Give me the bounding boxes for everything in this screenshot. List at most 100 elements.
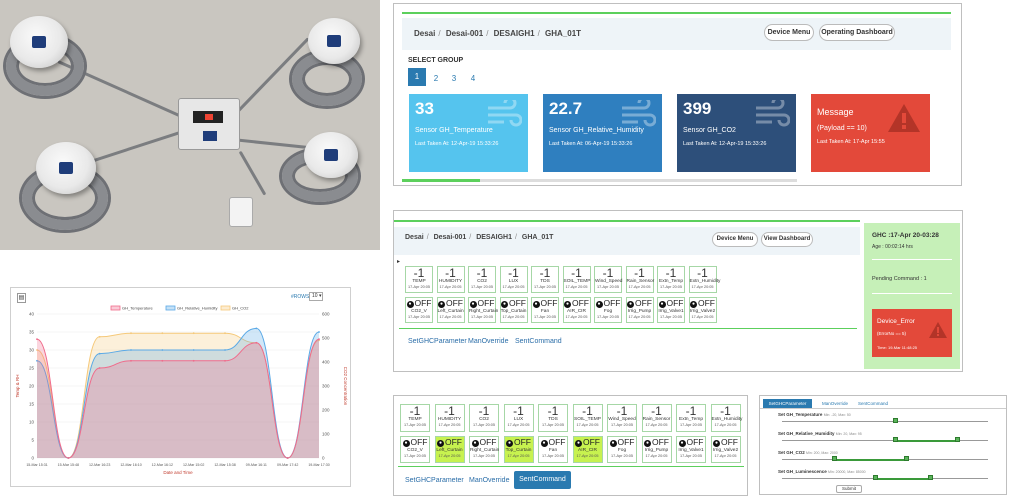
switch-tile[interactable]: ● OFF Irrig_Pump 17-Apr 20:05 [625,297,654,323]
switch-tile[interactable]: ● OFF Fan 17-Apr 20:05 [538,436,568,463]
sensor-tile[interactable]: -1 LUX 17-Apr 20:05 [503,404,534,432]
sensor-tile[interactable]: -1 Rain_Sensor 17-Apr 20:05 [625,266,654,293]
breadcrumb-item[interactable]: GHA_01T [522,234,554,241]
device-menu-button[interactable]: Device Menu [764,24,814,41]
scrollbar-thumb[interactable] [402,179,480,182]
sensor-card-temperature[interactable]: 33 Sensor GH_Temperature Last Taken At: … [409,94,528,172]
sensor-tile[interactable]: -1 TEMP 17-Apr 20:05 [405,266,433,293]
breadcrumb-item[interactable]: Desai-001 [446,29,483,38]
sensor-tile[interactable]: -1 Extn_Humidity 17-Apr 20:05 [710,404,742,432]
submit-button[interactable]: Submit [836,485,862,493]
y-right-axis-label: CO2 Concentration [343,367,348,406]
sensor-tile[interactable]: -1 TEMP 17-Apr 20:05 [400,404,430,432]
link-man-override[interactable]: ManOverride [469,477,509,484]
switch-tile[interactable]: ● OFF Top_Curtain 17-Apr 20:05 [503,436,534,463]
sensor-tile[interactable]: -1 TDS 17-Apr 20:05 [538,404,568,432]
switch-tile[interactable]: ● OFF Irrig_Valve2 17-Apr 20:05 [710,436,741,463]
switch-time: 17-Apr 20:05 [404,454,426,458]
sensor-card-co2[interactable]: 399 Sensor GH_CO2 Last Taken At: 12-Apr-… [677,94,796,172]
sensor-tile[interactable]: -1 SOIL_TEMP 17-Apr 20:05 [572,404,603,432]
breadcrumb-item[interactable]: GHA_01T [545,29,581,38]
switch-tile[interactable]: ● OFF CO2_V 17-Apr 20:05 [400,436,430,463]
sensor-tile[interactable]: -1 HUMIDITY 17-Apr 20:05 [436,266,465,293]
sensor-tile[interactable]: -1 CO2 17-Apr 20:05 [469,404,499,432]
sensor-tile[interactable]: -1 Extn_Temp 17-Apr 20:05 [676,404,706,432]
power-icon: ● [627,301,634,308]
brand-logo [32,36,46,48]
group-page-2[interactable]: 2 [428,71,444,87]
slider-handle[interactable] [903,456,909,461]
group-page-4[interactable]: 4 [465,71,481,87]
link-sent-command[interactable]: SentCommand [515,338,562,345]
breadcrumb-item[interactable]: DESAIGH1 [476,234,512,241]
slider-handle[interactable] [831,456,837,461]
divider [399,328,857,329]
switch-state: OFF [603,298,621,308]
switch-tile[interactable]: ● OFF AIR_CIR 17-Apr 20:05 [572,436,603,463]
sensor-tile[interactable]: -1 Wind_Speed 17-Apr 20:05 [594,266,622,293]
switch-tile[interactable]: ● OFF Fan 17-Apr 20:05 [531,297,559,323]
x-tick-label: 19-Mar 17:30 [308,463,329,467]
breadcrumb-item[interactable]: DESAIGH1 [494,29,535,38]
switch-tile[interactable]: ● OFF Fog 17-Apr 20:05 [607,436,637,463]
switch-tile[interactable]: ● OFF Irrig_Pump 17-Apr 20:05 [641,436,672,463]
rows-select[interactable]: 10 ▾ [309,292,323,301]
tab-man-override[interactable]: ManOverride [822,399,848,408]
tab-set-ghc-parameter[interactable]: SetGHCParameter [763,399,812,408]
operating-dashboard-button[interactable]: Operating Dashboard [819,24,895,41]
data-point [224,359,226,362]
data-point [192,359,195,362]
slider-handle[interactable] [955,437,961,442]
cable [238,150,267,196]
setting-label: Set GH_Relative_Humidity Min: 20, Max: 9… [778,431,862,436]
device-menu-button[interactable]: Device Menu [712,232,758,247]
sensor-time: 17-Apr 20:05 [473,423,495,427]
switch-tile[interactable]: ● OFF Fog 17-Apr 20:05 [594,297,622,323]
switch-tile[interactable]: ● OFF Irrig_Valve2 17-Apr 20:05 [688,297,717,323]
breadcrumb-item[interactable]: Desai [414,29,435,38]
sensor-tile[interactable]: -1 Rain_Sensor 17-Apr 20:05 [641,404,672,432]
switch-state: OFF [548,437,566,447]
switch-tile[interactable]: ● OFF Irrig_Valve1 17-Apr 20:05 [676,436,706,463]
slider-handle[interactable] [928,475,934,480]
switch-tile[interactable]: ● OFF Top_Curtain 17-Apr 20:05 [499,297,528,323]
slider-handle[interactable] [893,418,899,423]
switch-tile[interactable]: ● OFF Right_Curtain 17-Apr 20:05 [468,297,498,323]
sensor-tile[interactable]: -1 Extn_Temp 17-Apr 20:05 [657,266,685,293]
link-man-override[interactable]: ManOverride [468,338,508,345]
sensor-tile[interactable]: -1 SOIL_TEMP 17-Apr 20:05 [562,266,591,293]
link-set-ghc-parameter[interactable]: SetGHCParameter [408,338,467,345]
device-error-card[interactable]: Device_Error (ErrorNo == 5) Time: 19-Mar… [872,309,952,357]
sensor-tile[interactable]: -1 LUX 17-Apr 20:05 [499,266,528,293]
breadcrumb: Desai / Desai-001/ DESAIGH1/ GHA_01T [414,29,582,38]
breadcrumb-item[interactable]: Desai [405,234,424,241]
switch-state: OFF [635,298,652,308]
sensor-tile[interactable]: -1 Extn_Humidity 17-Apr 20:05 [688,266,720,293]
link-set-ghc-parameter[interactable]: SetGHCParameter [405,477,464,484]
switch-tile[interactable]: ● OFF Irrig_Valve1 17-Apr 20:05 [657,297,685,323]
switch-tile[interactable]: ● OFF Left_Curtain 17-Apr 20:05 [434,436,465,463]
tab-sent-command-active[interactable]: SentCommand [514,471,571,489]
switch-tile[interactable]: ● OFF Left_Curtain 17-Apr 20:05 [436,297,465,323]
group-page-1[interactable]: 1 [408,68,426,86]
controller-display [193,111,223,123]
message-card[interactable]: Message (Payload == 10) Last Taken At: 1… [811,94,930,172]
switch-tile[interactable]: ● OFF CO2_V 17-Apr 20:05 [405,297,433,323]
setting-slider[interactable] [782,421,988,422]
breadcrumb-item[interactable]: Desai-001 [434,234,467,241]
tab-sent-command[interactable]: SentCommand [858,399,888,408]
sensor-card-humidity[interactable]: 22.7 Sensor GH_Relative_Humidity Last Ta… [543,94,662,172]
group-page-3[interactable]: 3 [446,71,462,87]
view-dashboard-button[interactable]: View Dashboard [761,232,813,247]
sensor-tile[interactable]: -1 Wind_Speed 17-Apr 20:05 [607,404,637,432]
expand-icon[interactable]: ▸ [397,258,400,265]
slider-handle[interactable] [893,437,899,442]
switch-state: OFF [686,437,704,447]
sensor-tile[interactable]: -1 TDS 17-Apr 20:05 [531,266,559,293]
slider-handle[interactable] [872,475,878,480]
switch-tile[interactable]: ● OFF Right_Curtain 17-Apr 20:05 [469,436,499,463]
sensor-tile[interactable]: -1 CO2 17-Apr 20:05 [468,266,496,293]
power-icon: ● [406,301,414,308]
sensor-tile[interactable]: -1 HUMIDITY 17-Apr 20:05 [434,404,465,432]
switch-tile[interactable]: ● OFF AIR_CIR 17-Apr 20:05 [562,297,591,323]
